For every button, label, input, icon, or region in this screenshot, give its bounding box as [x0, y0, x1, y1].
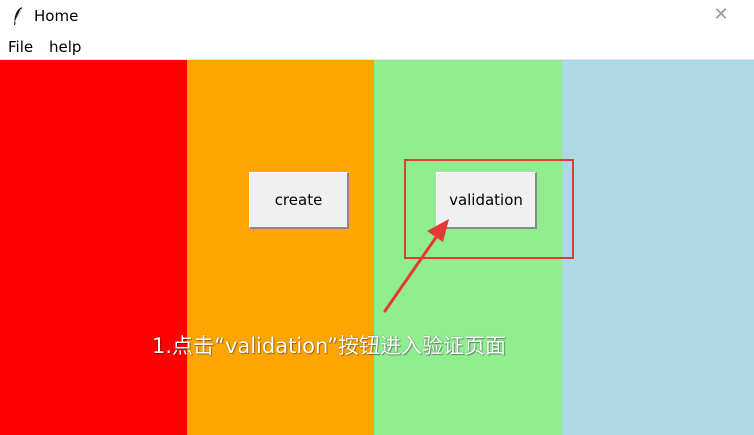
blue-panel — [562, 60, 754, 435]
app-window: Home ✕ File help create validation 1.点击“… — [0, 0, 754, 435]
menu-help[interactable]: help — [49, 37, 81, 57]
annotation-highlight-box — [404, 159, 574, 259]
close-button[interactable]: ✕ — [712, 5, 730, 25]
title-bar[interactable]: Home ✕ — [0, 0, 754, 34]
window-title: Home — [34, 7, 79, 25]
menu-file[interactable]: File — [8, 37, 33, 57]
create-button[interactable]: create — [249, 172, 349, 229]
annotation-text: 1.点击“validation”按钮进入验证页面 — [152, 334, 507, 358]
red-panel — [0, 60, 187, 435]
orange-panel — [187, 60, 374, 435]
feather-icon — [14, 7, 22, 25]
menu-bar: File help — [0, 34, 754, 59]
